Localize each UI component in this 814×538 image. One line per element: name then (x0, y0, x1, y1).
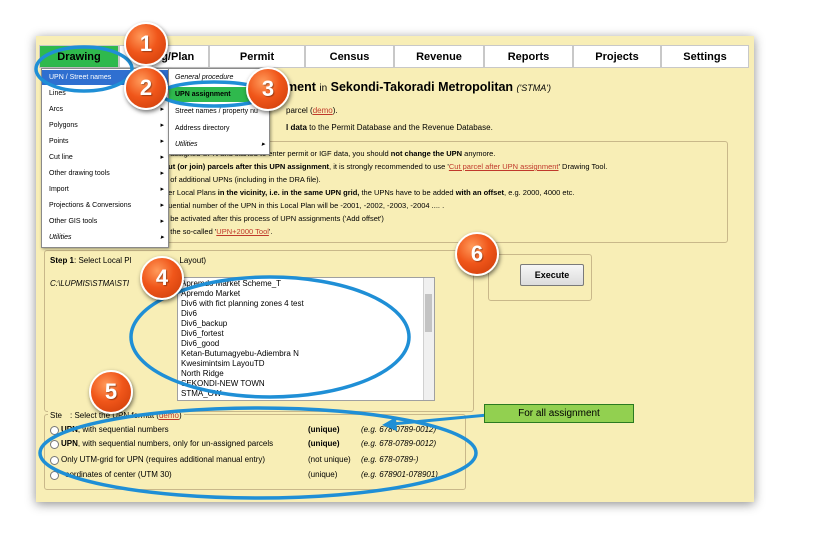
annotation-number-1: 1 (124, 22, 168, 66)
callout-for-all-assignment: For all assignment (484, 404, 634, 423)
highlight-ellipse-drawing (34, 45, 134, 93)
callout-arrowhead-icon (382, 417, 397, 431)
annotation-number-6: 6 (455, 232, 499, 276)
annotation-overlay (34, 45, 521, 500)
annotation-number-5: 5 (89, 370, 133, 414)
annotation-number-3: 3 (246, 67, 290, 111)
annotation-number-4: 4 (140, 256, 184, 300)
annotation-number-2: 2 (124, 66, 168, 110)
